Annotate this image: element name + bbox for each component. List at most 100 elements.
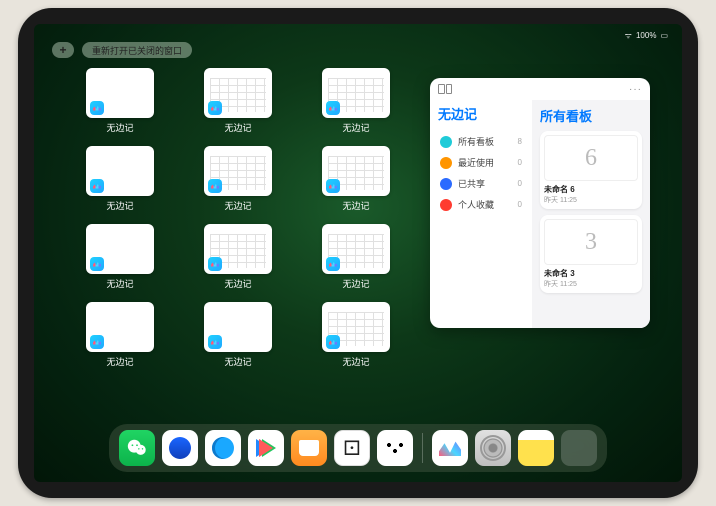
window-tile[interactable]: 无边记	[302, 302, 410, 368]
freeform-app-icon	[326, 179, 340, 193]
dock-app-notes[interactable]	[518, 430, 554, 466]
sidebar-item-label: 最近使用	[458, 156, 494, 169]
window-tile-label: 无边记	[106, 277, 133, 290]
window-tile-label: 无边记	[342, 199, 369, 212]
freeform-sidebar: 无边记 所有看板8最近使用0已共享0个人收藏0	[430, 100, 532, 328]
freeform-app-icon	[90, 179, 104, 193]
sidebar-item-count: 8	[518, 137, 522, 146]
ipad-frame: ᯤ 100% ▭ + 重新打开已关闭的窗口 无边记无边记无边记无边记无边记无边记…	[18, 8, 698, 498]
dock-app-app-library[interactable]	[561, 430, 597, 466]
freeform-app-icon	[326, 257, 340, 271]
sidebar-item-icon	[440, 157, 452, 169]
window-thumbnail	[86, 302, 154, 352]
ipad-screen: ᯤ 100% ▭ + 重新打开已关闭的窗口 无边记无边记无边记无边记无边记无边记…	[34, 24, 682, 482]
window-tile-label: 无边记	[224, 277, 251, 290]
window-thumbnail	[322, 68, 390, 118]
sidebar-item[interactable]: 个人收藏 0	[438, 194, 524, 215]
window-tile-grid: 无边记无边记无边记无边记无边记无边记无边记无边记无边记无边记无边记无边记	[66, 68, 410, 422]
board-card[interactable]: 6 未命名 6昨天 11:25	[540, 131, 642, 209]
window-tile[interactable]: 无边记	[302, 146, 410, 212]
window-thumbnail	[322, 302, 390, 352]
window-tile[interactable]: 无边记	[184, 302, 292, 368]
window-tile[interactable]: 无边记	[66, 68, 174, 134]
board-card[interactable]: 3未命名 3昨天 11:25	[540, 215, 642, 293]
dock-app-quark[interactable]	[162, 430, 198, 466]
dock-app-wechat[interactable]	[119, 430, 155, 466]
window-tile-label: 无边记	[342, 121, 369, 134]
dock-app-settings[interactable]	[475, 430, 511, 466]
board-preview: 6	[544, 135, 638, 181]
window-tile-label: 无边记	[224, 199, 251, 212]
freeform-body: 无边记 所有看板8最近使用0已共享0个人收藏0 所有看板 6未命名 6昨天 11…	[430, 100, 650, 328]
freeform-app-icon	[208, 257, 222, 271]
sidebar-item-icon	[440, 199, 452, 211]
dock-app-dice[interactable]: ⚀	[334, 430, 370, 466]
freeform-toolbar: ···	[430, 78, 650, 100]
window-tile[interactable]: 无边记	[184, 68, 292, 134]
dock-app-play[interactable]	[248, 430, 284, 466]
freeform-boards-panel: 所有看板 6未命名 6昨天 11:253未命名 3昨天 11:25	[532, 100, 650, 328]
window-tile[interactable]: 无边记	[66, 146, 174, 212]
freeform-app-icon	[90, 335, 104, 349]
window-thumbnail	[86, 146, 154, 196]
more-button[interactable]: ···	[629, 84, 642, 95]
sidebar-item[interactable]: 所有看板 8	[438, 131, 524, 152]
board-name: 未命名 6	[544, 184, 638, 195]
sidebar-item-count: 0	[518, 179, 522, 188]
reopen-label: 重新打开已关闭的窗口	[92, 44, 182, 57]
window-tile-label: 无边记	[342, 277, 369, 290]
freeform-app-icon	[208, 179, 222, 193]
sidebar-item[interactable]: 已共享0	[438, 173, 524, 194]
window-thumbnail	[322, 146, 390, 196]
sidebar-item[interactable]: 最近使用0	[438, 152, 524, 173]
sidebar-item-label: 所有看板	[458, 135, 494, 148]
window-tile[interactable]: 无边记	[66, 224, 174, 290]
board-time: 昨天 11:25	[544, 279, 638, 289]
dock-app-connect[interactable]	[377, 430, 413, 466]
dock-app-books[interactable]	[291, 430, 327, 466]
window-thumbnail	[86, 68, 154, 118]
reopen-closed-window-button[interactable]: 重新打开已关闭的窗口	[82, 42, 192, 58]
freeform-app-icon	[208, 101, 222, 115]
freeform-app-window[interactable]: ··· 无边记 所有看板8最近使用0已共享0个人收藏0 所有看板 6未命名 6昨…	[430, 78, 650, 328]
battery-text: 100%	[636, 31, 656, 40]
window-tile-label: 无边记	[224, 355, 251, 368]
sidebar-toggle-icon[interactable]	[438, 84, 452, 94]
dock-separator	[422, 433, 423, 463]
window-tile-label: 无边记	[342, 355, 369, 368]
window-tile[interactable]: 无边记	[302, 224, 410, 290]
window-tile-label: 无边记	[106, 199, 133, 212]
window-tile-label: 无边记	[106, 355, 133, 368]
dock-app-freeform[interactable]	[432, 430, 468, 466]
window-tile[interactable]: 无边记	[184, 146, 292, 212]
freeform-app-icon	[90, 257, 104, 271]
window-thumbnail	[322, 224, 390, 274]
freeform-app-icon	[326, 335, 340, 349]
freeform-app-icon	[208, 335, 222, 349]
window-tile[interactable]: 无边记	[66, 302, 174, 368]
sidebar-item-count: 0	[518, 200, 522, 209]
window-tile-label: 无边记	[224, 121, 251, 134]
wifi-icon: ᯤ	[625, 30, 632, 41]
plus-icon: +	[59, 43, 66, 57]
sidebar-item-icon	[440, 136, 452, 148]
window-tile[interactable]: 无边记	[184, 224, 292, 290]
board-preview: 3	[544, 219, 638, 265]
freeform-app-icon	[326, 101, 340, 115]
freeform-boards-title: 所有看板	[540, 106, 642, 125]
new-window-button[interactable]: +	[52, 42, 74, 58]
window-tile[interactable]: 无边记	[302, 68, 410, 134]
window-thumbnail	[204, 224, 272, 274]
freeform-sidebar-title: 无边记	[438, 104, 524, 123]
window-thumbnail	[204, 302, 272, 352]
stage-manager-controls: + 重新打开已关闭的窗口	[52, 42, 192, 58]
dock-app-qqbrowser[interactable]	[205, 430, 241, 466]
window-thumbnail	[204, 146, 272, 196]
stage-area: 无边记无边记无边记无边记无边记无边记无边记无边记无边记无边记无边记无边记 ···…	[66, 68, 650, 422]
sidebar-item-label: 个人收藏	[458, 198, 494, 211]
board-time: 昨天 11:25	[544, 195, 638, 205]
status-bar: ᯤ 100% ▭	[34, 28, 682, 42]
window-thumbnail	[86, 224, 154, 274]
freeform-app-icon	[90, 101, 104, 115]
window-thumbnail	[204, 68, 272, 118]
